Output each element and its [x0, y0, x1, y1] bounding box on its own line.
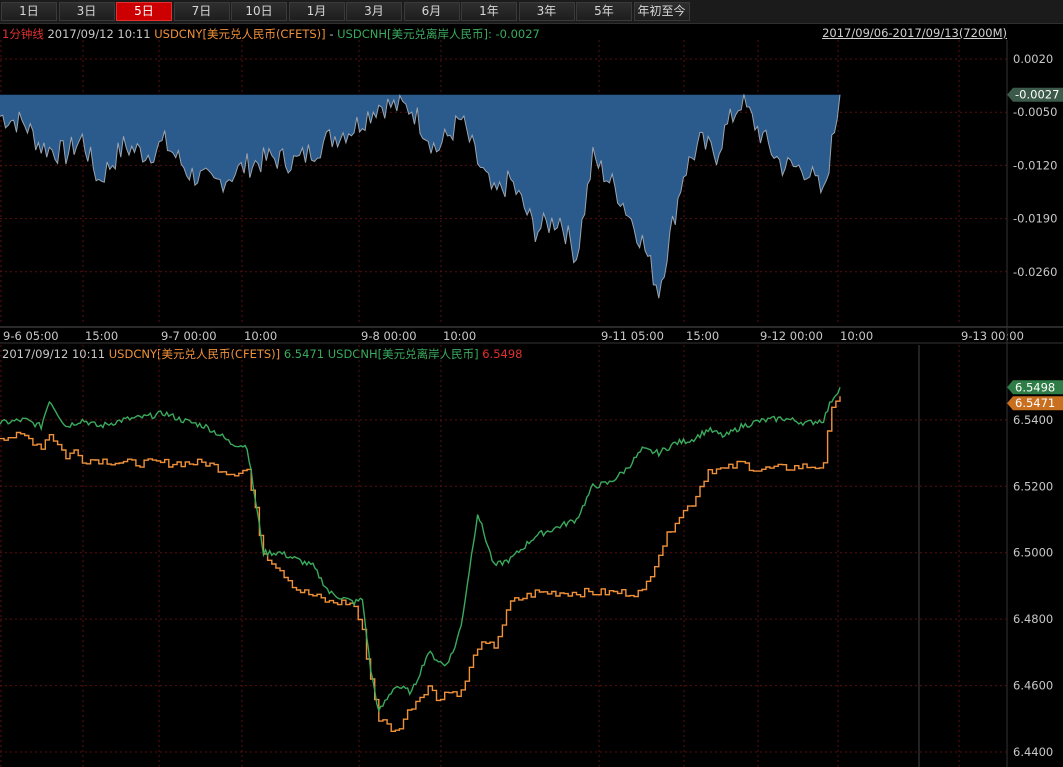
spread-y-tick-label: -0.0050	[1013, 105, 1057, 119]
spread-y-tick-label: 0.0020	[1013, 52, 1053, 66]
spread-y-tick-label: -0.0120	[1013, 158, 1057, 172]
x-tick-label: 9-11 05:00	[601, 329, 664, 343]
x-tick-label: 10:00	[244, 329, 277, 343]
price-y-tick-label: 6.5200	[1013, 479, 1053, 493]
x-tick-label: 9-8 00:00	[361, 329, 417, 343]
usdcnh-last-value-label: 6.5498	[1015, 380, 1055, 394]
x-tick-label: 9-13 00:00	[961, 329, 1024, 343]
x-tick-label: 15:00	[686, 329, 719, 343]
series-line-usdcny	[0, 396, 841, 732]
spread-y-tick-label: -0.0190	[1013, 212, 1057, 226]
price-y-tick-label: 6.5400	[1013, 413, 1053, 427]
fx-chart-canvas: 0.0020 -0.0050 -0.0120 -0.0190 -0.0260 9-6 05…	[0, 40, 1063, 767]
spread-last-value-label: -0.0027	[1015, 88, 1059, 102]
x-tick-label: 9-12 00:00	[760, 329, 823, 343]
spread-area	[0, 94, 840, 299]
series-line-usdcnh	[0, 387, 841, 713]
x-tick-label: 9-6 05:00	[3, 329, 59, 343]
x-tick-label: 15:00	[85, 329, 118, 343]
price-y-tick-label: 6.5000	[1013, 546, 1053, 560]
spread-y-tick-label: -0.0260	[1013, 265, 1057, 279]
price-y-tick-label: 6.4600	[1013, 679, 1053, 693]
price-y-tick-label: 6.4800	[1013, 612, 1053, 626]
x-tick-label: 10:00	[443, 329, 476, 343]
usdcny-last-value-label: 6.5471	[1015, 396, 1055, 410]
x-tick-label: 9-7 00:00	[161, 329, 217, 343]
x-tick-label: 10:00	[840, 329, 873, 343]
price-y-tick-label: 6.4400	[1013, 745, 1053, 759]
